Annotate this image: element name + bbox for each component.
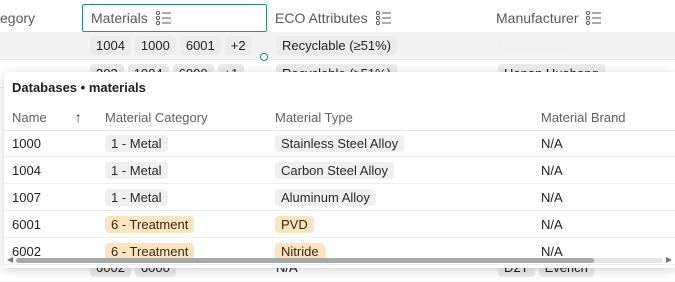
column-header-manufacturer[interactable]: Manufacturer <box>488 4 675 32</box>
column-header-label: egory <box>0 10 36 26</box>
column-header-name[interactable]: Name ↑ <box>12 104 102 130</box>
popup-table-row[interactable]: 1007 1 - Metal Aluminum Alloy N/A <box>4 184 675 211</box>
list-icon <box>586 10 602 26</box>
sort-ascending-icon[interactable]: ↑ <box>75 109 82 125</box>
material-type-tag: Stainless Steel Alloy <box>275 134 405 152</box>
popup-table-row[interactable]: 1000 1 - Metal Stainless Steel Alloy N/A <box>4 130 675 157</box>
column-header-material-type[interactable]: Material Type <box>275 104 535 130</box>
linked-database-popup[interactable]: Databases • materials Name ↑ Material Ca… <box>4 72 675 268</box>
material-category-tag: 1 - Metal <box>105 161 168 179</box>
material-brand-cell[interactable]: N/A <box>541 130 671 156</box>
material-type-cell[interactable]: Stainless Steel Alloy <box>275 130 535 156</box>
eco-cell[interactable]: Recyclable (≥51%) <box>270 32 488 59</box>
popup-table-row[interactable]: 1004 1 - Metal Carbon Steel Alloy N/A <box>4 157 675 184</box>
name-value: 1000 <box>12 135 41 151</box>
material-category-cell[interactable]: 6 - Treatment <box>105 211 270 237</box>
name-cell[interactable]: 6001 <box>12 211 102 237</box>
material-type-tag: PVD <box>275 215 314 233</box>
material-chip[interactable]: 6001 <box>179 36 221 55</box>
material-type-cell[interactable]: Carbon Steel Alloy <box>275 157 535 183</box>
name-value: 1004 <box>12 162 41 178</box>
column-header-label: Material Type <box>275 109 353 125</box>
column-header-materials[interactable]: Materials <box>82 4 267 32</box>
manufacturer-cell[interactable] <box>492 32 672 59</box>
name-value: 6001 <box>12 216 41 232</box>
blurred-value <box>498 38 568 53</box>
material-brand-cell[interactable]: N/A <box>541 184 671 210</box>
column-header-label: ECO Attributes <box>275 10 368 26</box>
material-type-cell[interactable]: PVD <box>275 211 535 237</box>
material-type-cell[interactable]: Aluminum Alloy <box>275 184 535 210</box>
materials-cell[interactable]: 1004 1000 6001 +2 <box>84 32 266 59</box>
material-brand-cell[interactable]: N/A <box>541 157 671 183</box>
name-cell[interactable]: 1004 <box>12 157 102 183</box>
column-header-material-brand[interactable]: Material Brand <box>541 104 671 130</box>
material-category-cell[interactable]: 1 - Metal <box>105 184 270 210</box>
material-category-cell[interactable]: 1 - Metal <box>105 157 270 183</box>
name-cell[interactable]: 1007 <box>12 184 102 210</box>
horizontal-scrollbar[interactable]: ◀ ▶ <box>4 254 675 266</box>
material-category-cell[interactable]: 1 - Metal <box>105 130 270 156</box>
name-cell[interactable]: 1000 <box>12 130 102 156</box>
column-header-category[interactable]: egory <box>0 4 80 32</box>
popup-table-header: Name ↑ Material Category Material Type M… <box>4 104 675 131</box>
column-header-material-category[interactable]: Material Category <box>105 104 270 130</box>
material-brand-value: N/A <box>541 162 563 178</box>
material-chip[interactable]: 1000 <box>134 36 176 55</box>
name-value: 1007 <box>12 189 41 205</box>
scroll-right-icon[interactable]: ▶ <box>666 255 672 264</box>
material-chip[interactable]: 1004 <box>90 36 131 55</box>
list-icon <box>155 10 172 26</box>
material-category-tag: 1 - Metal <box>105 188 168 206</box>
scroll-left-icon[interactable]: ◀ <box>7 255 13 264</box>
more-materials-chip[interactable]: +2 <box>224 36 252 55</box>
material-type-tag: Aluminum Alloy <box>275 188 376 206</box>
column-header-label: Material Brand <box>541 109 626 125</box>
eco-chip[interactable]: Recyclable (≥51%) <box>276 36 398 55</box>
scrollbar-thumb[interactable] <box>16 258 594 263</box>
material-brand-value: N/A <box>541 135 563 151</box>
table-header: egory Materials ECO Attributes Manufactu… <box>0 4 675 33</box>
popup-title: Databases • materials <box>12 80 146 95</box>
column-header-eco-attributes[interactable]: ECO Attributes <box>267 4 487 32</box>
column-header-label: Materials <box>91 10 148 26</box>
column-header-label: Manufacturer <box>496 10 579 26</box>
material-brand-value: N/A <box>541 189 563 205</box>
table-row[interactable]: 1004 1000 6001 +2 Recyclable (≥51%) <box>0 32 675 60</box>
material-category-tag: 1 - Metal <box>105 134 168 152</box>
material-brand-value: N/A <box>541 216 563 232</box>
material-type-tag: Carbon Steel Alloy <box>275 161 394 179</box>
column-header-label: Material Category <box>105 109 208 125</box>
material-category-tag: 6 - Treatment <box>105 215 195 233</box>
column-header-label: Name <box>12 109 47 125</box>
list-icon <box>375 10 392 26</box>
material-brand-cell[interactable]: N/A <box>541 211 671 237</box>
popup-table-row[interactable]: 6001 6 - Treatment PVD N/A <box>4 211 675 238</box>
